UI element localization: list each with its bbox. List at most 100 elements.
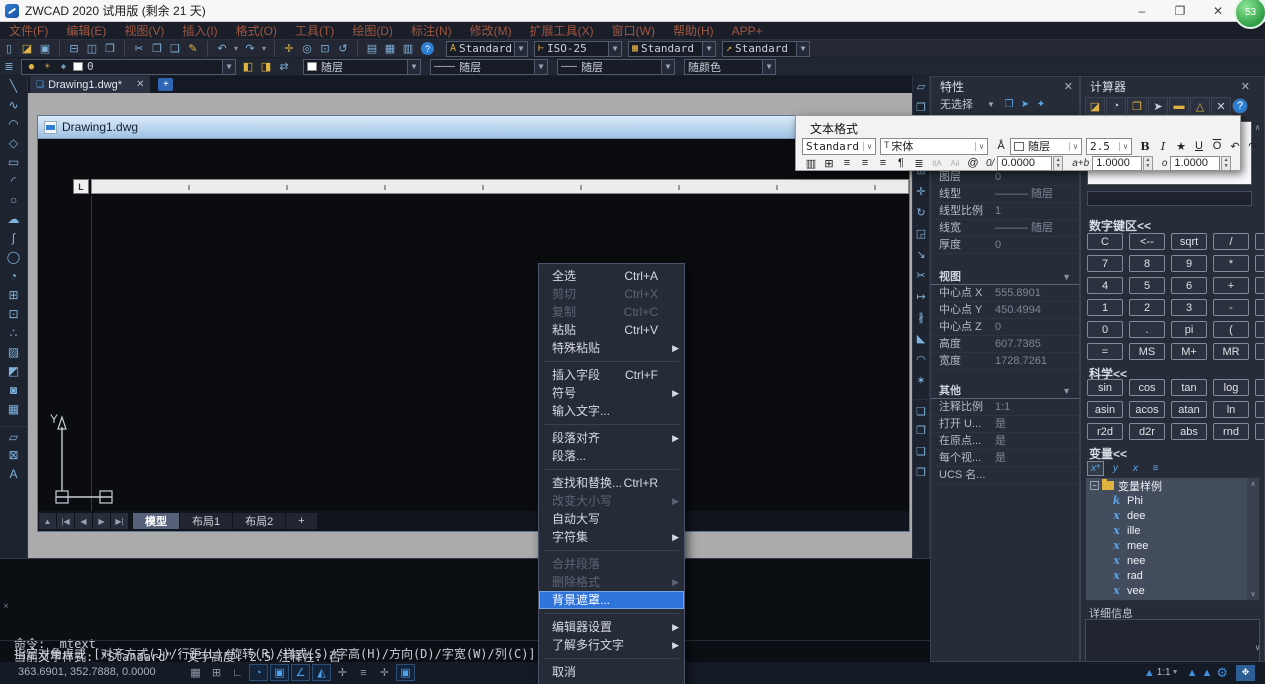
document-tab[interactable]: ❏ Drawing1.dwg* ✕: [30, 76, 150, 93]
context-menu-item[interactable]: 编辑器设置 ▶: [539, 618, 684, 636]
context-menu-item[interactable]: 合并段落 ▶: [539, 555, 684, 573]
mtext-justification-icon[interactable]: ⊞: [820, 155, 838, 171]
property-row[interactable]: UCS 名...: [931, 467, 1079, 484]
first-layout-icon[interactable]: |◀: [57, 513, 74, 529]
polar-tracking-icon[interactable]: ◔: [249, 664, 268, 681]
align-center-icon[interactable]: ≡: [856, 155, 874, 171]
property-row[interactable]: 高度607.7385: [931, 336, 1079, 353]
context-menu-item[interactable]: 查找和替换... Ctrl+R ▶: [539, 474, 684, 492]
open-file-icon[interactable]: ◪: [18, 41, 36, 57]
viewports-icon[interactable]: ▦: [381, 41, 399, 57]
property-row[interactable]: 打开 U...是: [931, 416, 1079, 433]
context-menu-item[interactable]: 特殊粘贴 ▶: [539, 339, 684, 357]
get-coordinates-icon[interactable]: ➤: [1148, 97, 1168, 115]
paste-icon[interactable]: ❏: [166, 41, 184, 57]
workspace-gear-icon[interactable]: ⚙: [1216, 665, 1228, 681]
calculator-key[interactable]: MR: [1213, 343, 1249, 360]
variables-header[interactable]: 变量<<: [1089, 445, 1127, 462]
property-row[interactable]: 图层0: [931, 169, 1079, 186]
menu-item[interactable]: 标注(N): [402, 22, 461, 40]
polygon-icon[interactable]: ◇: [0, 133, 27, 152]
arc-3point-icon[interactable]: ◜: [0, 171, 27, 190]
text-color-select[interactable]: 随层∨: [1010, 138, 1082, 155]
context-menu-item[interactable]: 符号 ▶: [539, 384, 684, 402]
calculator-key[interactable]: C: [1087, 233, 1123, 250]
calculator-key[interactable]: .: [1129, 321, 1165, 338]
layer-unisolate-icon[interactable]: ◨: [257, 59, 275, 75]
annotation-scale-dropdown-icon[interactable]: ▼: [1172, 669, 1179, 676]
explode-icon[interactable]: ✶: [913, 370, 929, 391]
menu-item[interactable]: 扩展工具(X): [521, 22, 603, 40]
clear-expression-icon[interactable]: ✕: [1211, 97, 1231, 115]
overline-button[interactable]: O: [1208, 138, 1226, 154]
properties-close-icon[interactable]: ✕: [1064, 80, 1073, 93]
transparency-icon[interactable]: ≡: [354, 664, 373, 681]
plot-preview-icon[interactable]: ◫: [83, 41, 101, 57]
menu-item[interactable]: 窗口(W): [603, 22, 664, 40]
history-icon[interactable]: ◔: [1106, 97, 1126, 115]
variable-item[interactable]: xvee: [1086, 583, 1259, 598]
plot-icon[interactable]: ⊟: [59, 41, 83, 57]
context-menu-item[interactable]: 剪切 Ctrl+X ▶: [539, 285, 684, 303]
property-row[interactable]: 厚度0: [931, 237, 1079, 254]
redo-dropdown-icon[interactable]: ▾: [259, 41, 269, 57]
variable-item[interactable]: kPhi: [1086, 493, 1259, 508]
calculator-key[interactable]: 7: [1087, 255, 1123, 272]
menu-item[interactable]: 修改(M): [461, 22, 521, 40]
context-menu-item[interactable]: ▶: [544, 465, 679, 470]
calculator-key[interactable]: 4: [1087, 277, 1123, 294]
calculator-input[interactable]: [1087, 191, 1252, 206]
redo-icon[interactable]: ↷: [241, 41, 259, 57]
polyline-icon[interactable]: ∿: [0, 95, 27, 114]
line-icon[interactable]: ╲: [0, 76, 27, 95]
redo-button[interactable]: ↷: [1244, 138, 1262, 154]
variable-details-icon[interactable]: ≡: [1147, 461, 1164, 476]
edit-variable-icon[interactable]: y: [1107, 461, 1124, 476]
color-combo[interactable]: 随层▼: [303, 59, 421, 75]
close-button[interactable]: ✕: [1199, 0, 1237, 22]
annotation-update-icon[interactable]: ▲: [1201, 667, 1212, 679]
paste-value-icon[interactable]: ❐: [1127, 97, 1147, 115]
calculator-key[interactable]: tan: [1171, 379, 1207, 396]
calculator-key[interactable]: 6: [1171, 277, 1207, 294]
context-menu-item[interactable]: 段落对齐 ▶: [539, 429, 684, 447]
oblique-spinner[interactable]: ▲▼: [1053, 156, 1063, 171]
property-row[interactable]: 中心点 X555.8901: [931, 285, 1079, 302]
table-style-combo[interactable]: ▦ Standard▼: [628, 41, 716, 57]
zoom-realtime-icon[interactable]: ◎: [298, 41, 316, 57]
ellipse-arc-icon[interactable]: ◔: [0, 266, 27, 285]
other-section-header[interactable]: 其他▼: [931, 383, 1079, 399]
command-close-icon[interactable]: ×: [3, 601, 9, 612]
undo-dropdown-icon[interactable]: ▾: [231, 41, 241, 57]
trim-icon[interactable]: ✂: [913, 265, 929, 286]
context-menu-item[interactable]: 粘贴 Ctrl+V ▶: [539, 321, 684, 339]
next-layout-icon[interactable]: ▶: [93, 513, 110, 529]
property-row[interactable]: 中心点 Y450.4994: [931, 302, 1079, 319]
match-properties-icon[interactable]: ✎: [184, 41, 202, 57]
columns-icon[interactable]: ▥: [802, 155, 820, 171]
draw-order-above-icon[interactable]: ❑: [913, 441, 929, 462]
last-layout-icon[interactable]: ▶|: [111, 513, 128, 529]
menu-item[interactable]: 插入(I): [173, 22, 226, 40]
mtext-ruler[interactable]: [91, 179, 909, 194]
calculator-key[interactable]: cos: [1129, 379, 1165, 396]
scroll-down-icon[interactable]: ∨: [1250, 590, 1255, 598]
calculator-key[interactable]: 8: [1129, 255, 1165, 272]
italic-button[interactable]: I: [1154, 138, 1172, 154]
copy-icon[interactable]: ❐: [148, 41, 166, 57]
context-menu-item[interactable]: 背景遮罩... ▶: [539, 591, 684, 609]
calculator-key[interactable]: log: [1213, 379, 1249, 396]
calculator-key[interactable]: acos: [1129, 401, 1165, 418]
mleader-style-combo[interactable]: ↗ Standard▼: [722, 41, 810, 57]
calculator-key[interactable]: ln: [1213, 401, 1249, 418]
circle-icon[interactable]: ○: [0, 190, 27, 209]
context-menu-item[interactable]: 复制 Ctrl+C ▶: [539, 303, 684, 321]
layout-tab[interactable]: 模型: [133, 513, 179, 529]
scroll-up-icon[interactable]: ∧: [1250, 480, 1255, 488]
calculator-key[interactable]: 2: [1129, 299, 1165, 316]
calculator-key[interactable]: d2r: [1129, 423, 1165, 440]
region-icon[interactable]: ◙: [0, 380, 27, 399]
menu-item[interactable]: 工具(T): [286, 22, 343, 40]
pan-icon[interactable]: ✛: [274, 41, 298, 57]
width-factor-field[interactable]: 1.0000: [1170, 156, 1220, 171]
